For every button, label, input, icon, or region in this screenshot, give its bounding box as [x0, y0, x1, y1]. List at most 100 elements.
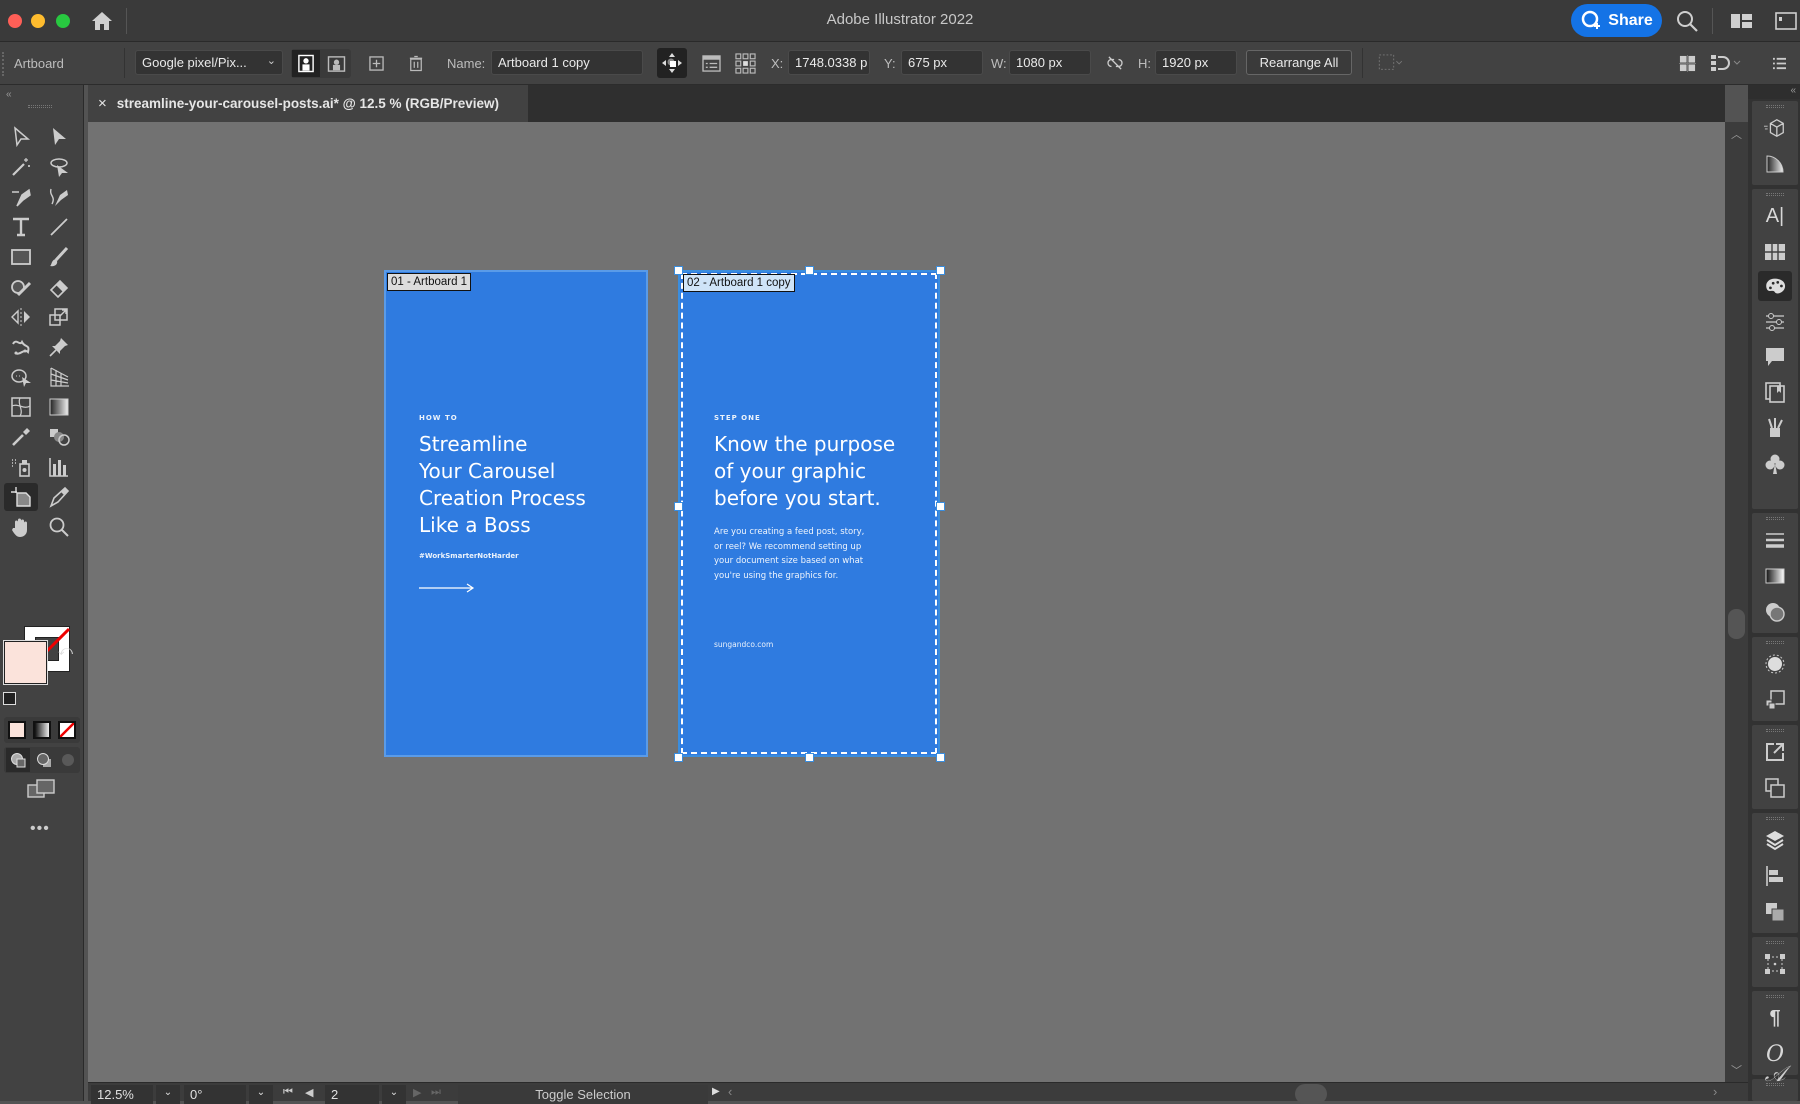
canvas[interactable]: 01 - Artboard 1 HOW TO Streamline Your C…: [88, 122, 1725, 1082]
pin-tool[interactable]: [42, 333, 76, 361]
symbols-club-icon[interactable]: [1762, 451, 1788, 477]
draw-normal-button[interactable]: [6, 748, 30, 772]
type-tool[interactable]: [4, 213, 38, 241]
appearance-icon[interactable]: [1762, 651, 1788, 677]
color-themes-icon[interactable]: [1758, 271, 1792, 301]
align-panel-icon[interactable]: [1762, 863, 1788, 889]
graphic-styles-icon[interactable]: [1762, 687, 1788, 713]
zoom-dropdown-chevron-icon[interactable]: ⌄: [156, 1085, 180, 1104]
preset-dropdown[interactable]: Google pixel/Pix... ⌄: [135, 50, 283, 75]
draw-inside-button[interactable]: [56, 748, 80, 772]
curvature-tool[interactable]: [42, 183, 76, 211]
fill-swatch[interactable]: [3, 640, 48, 685]
comments-icon[interactable]: [1762, 344, 1788, 370]
rectangle-tool[interactable]: [4, 243, 38, 271]
artboard-label[interactable]: 01 - Artboard 1: [387, 273, 472, 291]
resize-handle-right[interactable]: [936, 502, 945, 511]
gradient-mode-button[interactable]: [33, 721, 51, 739]
eraser-tool[interactable]: [42, 273, 76, 301]
paintbrush-tool[interactable]: [42, 243, 76, 271]
search-icon[interactable]: [1675, 9, 1699, 33]
reflect-tool[interactable]: [4, 303, 38, 331]
gradient-swatch-icon[interactable]: [1762, 151, 1788, 177]
move-with-artboard-button[interactable]: [657, 48, 687, 78]
blend-tool[interactable]: [42, 423, 76, 451]
resize-handle-bottom-left[interactable]: [674, 753, 683, 762]
shaper-tool[interactable]: [4, 273, 38, 301]
snap-options-dropdown[interactable]: [1707, 52, 1747, 74]
pen-tool[interactable]: [4, 183, 38, 211]
swatches-icon[interactable]: [1762, 239, 1788, 265]
vertical-scroll-thumb[interactable]: [1728, 609, 1745, 639]
artboard-2[interactable]: 02 - Artboard 1 copy STEP ONE Know the p…: [678, 270, 940, 757]
artboard-dropdown-chevron-icon[interactable]: ⌄: [382, 1085, 406, 1104]
next-artboard-icon[interactable]: ▶: [413, 1086, 421, 1099]
close-tab-button[interactable]: ×: [98, 95, 107, 112]
resize-handle-top-left[interactable]: [674, 266, 683, 275]
scroll-down-icon[interactable]: ﹀: [1731, 1062, 1742, 1078]
artboard-1[interactable]: 01 - Artboard 1 HOW TO Streamline Your C…: [384, 270, 648, 757]
last-artboard-icon[interactable]: ⏭: [431, 1086, 441, 1099]
grip-handle[interactable]: [28, 105, 52, 108]
menu-list-icon[interactable]: [1767, 52, 1791, 74]
scroll-up-icon[interactable]: ︿: [1731, 126, 1742, 142]
hand-tool[interactable]: [4, 513, 38, 541]
mesh-tool[interactable]: [4, 393, 38, 421]
artboard-number-input[interactable]: 2: [325, 1085, 379, 1104]
selection-tool[interactable]: [4, 123, 38, 151]
rotation-dropdown-chevron-icon[interactable]: ⌄: [249, 1085, 273, 1104]
glyphs-panel-icon[interactable]: 𝒜: [1762, 1062, 1788, 1092]
horizontal-scroll-thumb[interactable]: [1295, 1084, 1327, 1104]
puppet-warp-tool[interactable]: [4, 333, 38, 361]
panel-toggle-icon[interactable]: [1775, 11, 1797, 31]
new-artboard-icon[interactable]: [364, 52, 388, 74]
align-grid-icon[interactable]: [1675, 52, 1699, 74]
artboards-panel-icon[interactable]: [1762, 775, 1788, 801]
3d-materials-icon[interactable]: [1762, 115, 1788, 141]
resize-handle-top-right[interactable]: [936, 266, 945, 275]
scroll-right-icon[interactable]: ›: [1713, 1084, 1717, 1099]
status-menu-arrow-icon[interactable]: ▶: [712, 1086, 720, 1097]
artboard-name-input[interactable]: Artboard 1 copy: [491, 50, 643, 75]
artboard-grid-icon[interactable]: [1376, 52, 1406, 74]
resize-handle-left[interactable]: [674, 502, 683, 511]
artboard-label[interactable]: 02 - Artboard 1 copy: [683, 274, 795, 292]
height-input[interactable]: 1920 px: [1155, 50, 1237, 75]
x-position-input[interactable]: 1748.0338 p: [788, 50, 870, 75]
default-fill-stroke-icon[interactable]: [3, 692, 16, 705]
status-text[interactable]: Toggle Selection: [458, 1085, 708, 1104]
y-position-input[interactable]: 675 px: [901, 50, 983, 75]
stroke-panel-icon[interactable]: [1762, 527, 1788, 553]
color-mode-button[interactable]: [8, 721, 26, 739]
grip-handle[interactable]: [1766, 729, 1784, 732]
landscape-button[interactable]: [323, 50, 350, 77]
resize-handle-bottom[interactable]: [805, 753, 814, 762]
artboard-tool[interactable]: [4, 483, 38, 511]
line-segment-tool[interactable]: [42, 213, 76, 241]
vertical-scrollbar[interactable]: ︿ ﹀: [1725, 122, 1748, 1082]
properties-sliders-icon[interactable]: [1762, 309, 1788, 335]
constrain-proportions-icon[interactable]: [1103, 52, 1127, 74]
expand-panels-button[interactable]: «: [1748, 85, 1800, 99]
export-asset-icon[interactable]: [1762, 739, 1788, 765]
transparency-icon[interactable]: [1762, 599, 1788, 625]
scale-tool[interactable]: [42, 303, 76, 331]
direct-selection-tool[interactable]: [42, 123, 76, 151]
magic-wand-tool[interactable]: [4, 153, 38, 181]
trash-icon[interactable]: [404, 52, 428, 74]
zoom-level-input[interactable]: 12.5%: [91, 1085, 153, 1104]
rotation-input[interactable]: 0°: [184, 1085, 246, 1104]
brushes-icon[interactable]: [1762, 414, 1788, 440]
resize-handle-top[interactable]: [805, 266, 814, 275]
artboard-options-icon[interactable]: [699, 52, 723, 74]
workspace-switcher-icon[interactable]: [1730, 12, 1754, 30]
gradient-panel-icon[interactable]: [1762, 563, 1788, 589]
grip-handle[interactable]: [1766, 995, 1784, 998]
slice-tool[interactable]: [42, 483, 76, 511]
swap-fill-stroke-icon[interactable]: ⤺: [58, 642, 73, 659]
first-artboard-icon[interactable]: ⏮: [283, 1086, 293, 1099]
libraries-icon[interactable]: [1762, 379, 1788, 405]
grip-handle[interactable]: [1766, 817, 1784, 820]
transform-panel-icon[interactable]: [1762, 951, 1788, 977]
perspective-grid-tool[interactable]: [42, 363, 76, 391]
